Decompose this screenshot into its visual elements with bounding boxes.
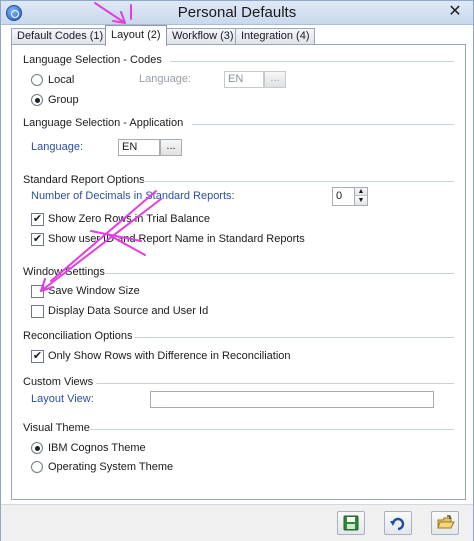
tab-integration[interactable]: Integration (4)	[235, 28, 316, 45]
group-title-custom-views: Custom Views	[23, 376, 94, 388]
only-difference-label: Only Show Rows with Difference in Reconc…	[48, 350, 291, 362]
group-divider	[192, 124, 454, 125]
save-window-size-checkbox[interactable]	[31, 285, 44, 298]
save-button[interactable]	[337, 511, 365, 535]
group-title-visual-theme: Visual Theme	[23, 422, 90, 434]
only-difference-checkbox[interactable]: ✔	[31, 350, 44, 363]
undo-button[interactable]	[384, 511, 412, 535]
tab-default-codes[interactable]: Default Codes (1)	[11, 28, 110, 45]
app-language-browse-button[interactable]: ...	[160, 139, 182, 156]
radio-group[interactable]	[31, 94, 43, 106]
show-user-id-checkbox[interactable]: ✔	[31, 233, 44, 246]
group-divider	[134, 337, 454, 338]
app-language-field[interactable]: EN	[118, 139, 160, 156]
group-divider	[96, 383, 454, 384]
show-user-id-label: Show user ID and Report Name in Standard…	[48, 233, 305, 245]
decimals-value: 0	[336, 190, 343, 202]
tab-strip: Default Codes (1) Layout (2) Workflow (3…	[11, 25, 471, 46]
display-data-source-label: Display Data Source and User Id	[48, 305, 209, 317]
group-title-window-settings: Window Settings	[23, 266, 105, 278]
decimals-label: Number of Decimals in Standard Reports:	[31, 190, 235, 202]
radio-local[interactable]	[31, 74, 43, 86]
group-divider	[88, 429, 454, 430]
radio-ibm-cognos-theme[interactable]	[31, 442, 43, 454]
show-zero-rows-checkbox[interactable]: ✔	[31, 213, 44, 226]
tab-workflow[interactable]: Workflow (3)	[166, 28, 240, 45]
group-divider	[143, 181, 454, 182]
tab-layout[interactable]: Layout (2)	[105, 25, 167, 46]
window-title: Personal Defaults	[177, 4, 297, 21]
codes-language-label: Language:	[139, 73, 191, 85]
stepper-down-icon[interactable]: ▼	[355, 197, 367, 205]
layout-view-label: Layout View:	[31, 393, 94, 405]
stepper-up-icon[interactable]: ▲	[355, 188, 367, 196]
group-title-reconciliation: Reconciliation Options	[23, 330, 133, 342]
app-language-label: Language:	[31, 141, 83, 153]
layout-tab-panel: Language Selection - Codes Local Group L…	[11, 44, 466, 500]
personal-defaults-window: Personal Defaults ✕ Default Codes (1) La…	[0, 0, 474, 541]
close-icon[interactable]: ✕	[443, 2, 467, 22]
codes-language-field[interactable]: EN	[224, 71, 264, 88]
stepper-buttons: ▲ ▼	[354, 188, 367, 205]
group-divider	[170, 61, 454, 62]
decimals-stepper[interactable]: 0 ▲ ▼	[332, 187, 368, 206]
title-bar: Personal Defaults ✕	[1, 1, 473, 25]
display-data-source-checkbox[interactable]	[31, 305, 44, 318]
save-icon	[343, 515, 359, 531]
layout-view-field[interactable]	[150, 391, 434, 408]
radio-os-theme-label: Operating System Theme	[48, 461, 174, 473]
group-title-language-application: Language Selection - Application	[23, 117, 184, 129]
group-title-language-codes: Language Selection - Codes	[23, 54, 162, 66]
group-title-standard-report: Standard Report Options	[23, 174, 145, 186]
radio-os-theme[interactable]	[31, 461, 43, 473]
undo-icon	[390, 517, 405, 531]
bottom-toolbar	[1, 504, 473, 541]
show-zero-rows-label: Show Zero Rows in Trial Balance	[48, 213, 211, 225]
codes-language-browse-button[interactable]: ...	[264, 71, 286, 88]
group-divider	[106, 273, 454, 274]
radio-local-label: Local	[48, 74, 75, 86]
save-window-size-label: Save Window Size	[48, 285, 140, 297]
open-folder-button[interactable]	[431, 511, 459, 535]
open-folder-icon	[437, 515, 455, 529]
radio-ibm-cognos-theme-label: IBM Cognos Theme	[48, 442, 146, 454]
radio-group-label: Group	[48, 94, 79, 106]
